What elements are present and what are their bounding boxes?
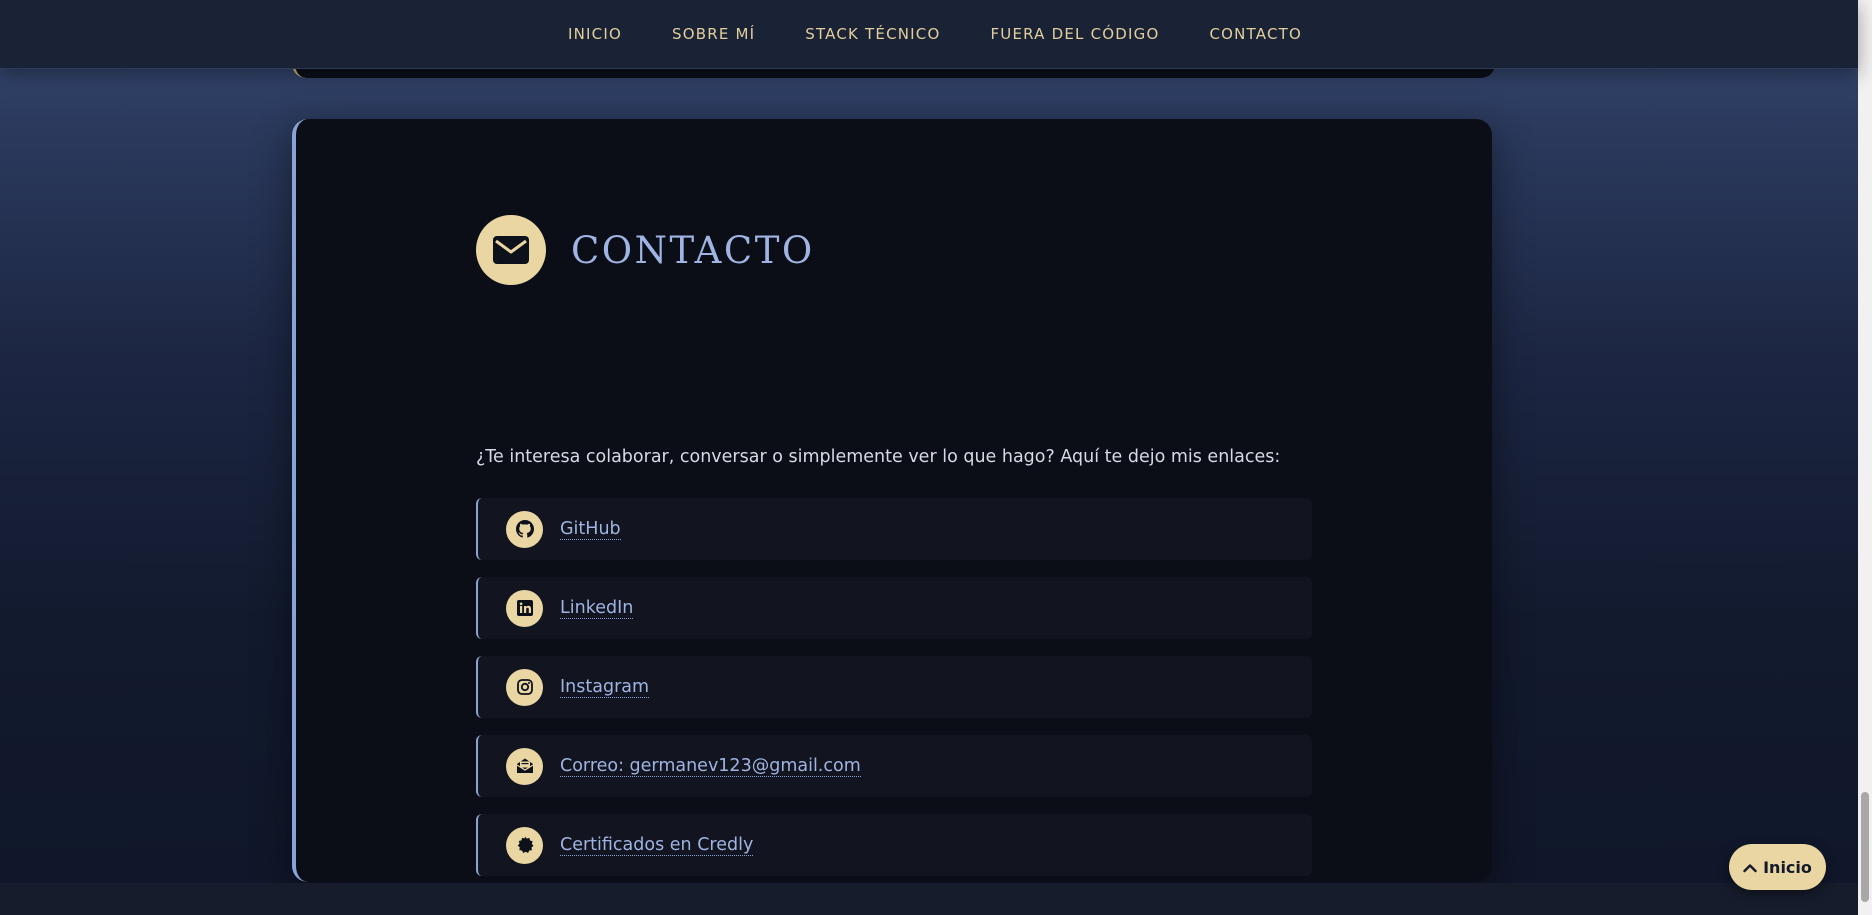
instagram-link[interactable]: Instagram: [560, 677, 650, 698]
back-to-top-label: Inicio: [1763, 857, 1812, 877]
contact-link-linkedin: LinkedIn: [476, 577, 1312, 639]
envelope-icon: [476, 215, 546, 285]
nav-link-contacto[interactable]: CONTACTO: [1209, 25, 1302, 43]
nav-item-inicio: INICIO: [568, 24, 622, 43]
page-footer-strip: [0, 883, 1858, 915]
nav-link-fuera-del-codigo[interactable]: FUERA DEL CÓDIGO: [990, 25, 1159, 43]
nav-link-inicio[interactable]: INICIO: [568, 25, 622, 43]
nav-item-contacto: CONTACTO: [1209, 24, 1302, 43]
scrollbar-thumb[interactable]: [1861, 792, 1869, 902]
contact-link-instagram: Instagram: [476, 656, 1312, 718]
scrollbar[interactable]: [1858, 0, 1872, 915]
envelope-open-icon: [506, 747, 543, 785]
nav-link-stack-tecnico[interactable]: STACK TÉCNICO: [805, 25, 940, 43]
nav-item-fuera-del-codigo: FUERA DEL CÓDIGO: [990, 24, 1159, 43]
linkedin-icon: [506, 589, 543, 627]
contact-links-list: GitHub LinkedIn Instagram Correo: german…: [476, 498, 1312, 893]
section-header: CONTACTO: [476, 215, 815, 285]
contact-intro-text: ¿Te interesa colaborar, conversar o simp…: [476, 447, 1281, 467]
nav-link-sobre-mi[interactable]: SOBRE MÍ: [672, 25, 755, 43]
github-icon: [506, 510, 543, 548]
instagram-icon: [506, 668, 543, 706]
chevron-up-icon: [1743, 858, 1757, 877]
contact-link-credly: Certificados en Credly: [476, 814, 1312, 876]
linkedin-link[interactable]: LinkedIn: [560, 598, 634, 619]
section-title: CONTACTO: [571, 228, 815, 272]
email-link[interactable]: Correo: germanev123@gmail.com: [560, 756, 861, 777]
contact-link-github: GitHub: [476, 498, 1312, 560]
back-to-top-button[interactable]: Inicio: [1729, 844, 1826, 890]
github-link[interactable]: GitHub: [560, 519, 621, 540]
top-navbar: INICIO SOBRE MÍ STACK TÉCNICO FUERA DEL …: [0, 0, 1858, 69]
certificate-icon: [506, 826, 543, 864]
credly-link[interactable]: Certificados en Credly: [560, 835, 754, 856]
contact-section: CONTACTO ¿Te interesa colaborar, convers…: [292, 119, 1492, 882]
nav-item-stack-tecnico: STACK TÉCNICO: [805, 24, 940, 43]
nav-menu: INICIO SOBRE MÍ STACK TÉCNICO FUERA DEL …: [0, 0, 1858, 66]
nav-item-sobre-mi: SOBRE MÍ: [672, 24, 755, 43]
contact-link-email: Correo: germanev123@gmail.com: [476, 735, 1312, 797]
